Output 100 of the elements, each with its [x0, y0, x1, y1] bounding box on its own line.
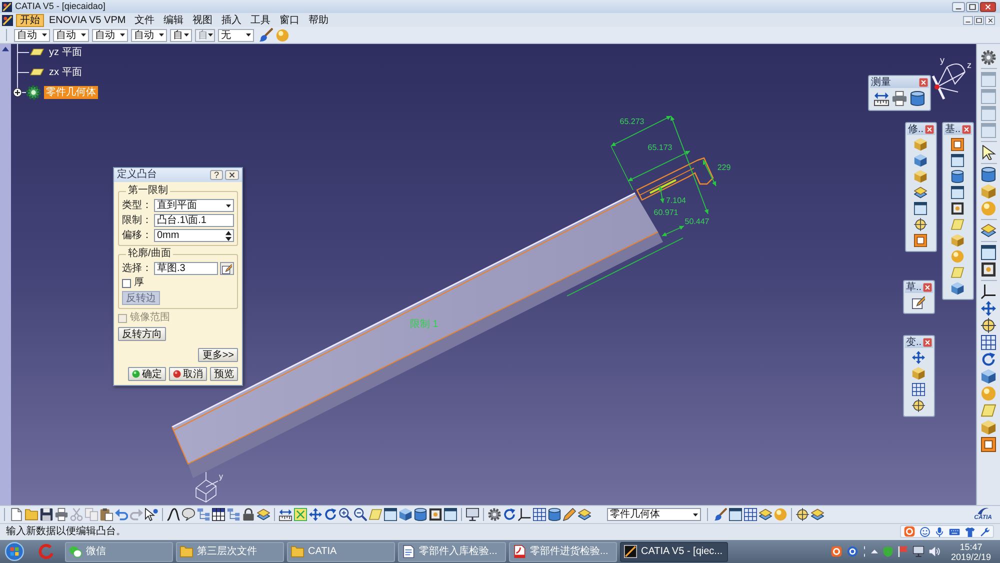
dimension-line[interactable] [658, 186, 664, 204]
menu-item[interactable]: 文件 [130, 14, 159, 26]
stacked-sheets-icon[interactable] [759, 508, 772, 521]
menu-item[interactable]: 插入 [218, 14, 246, 26]
grid-icon[interactable] [912, 383, 926, 396]
grid-icon[interactable] [981, 335, 996, 350]
monitor-icon[interactable] [466, 508, 479, 521]
sketch-edit-icon[interactable] [912, 296, 926, 309]
crosshair-icon[interactable] [914, 218, 928, 231]
close-button[interactable] [922, 338, 932, 347]
page-icon[interactable] [10, 508, 23, 521]
tree-item[interactable]: yz 平面 [47, 46, 84, 58]
reverse-direction-button[interactable]: 反转方向 [118, 327, 166, 341]
help-button[interactable]: ? [210, 170, 223, 180]
printer-icon[interactable] [892, 91, 907, 106]
stacked-sheets-icon[interactable] [981, 223, 996, 238]
window-icon[interactable] [951, 186, 964, 199]
grid-icon[interactable] [744, 508, 757, 521]
crosshair-icon[interactable] [912, 399, 926, 412]
rotate-arrow-icon[interactable] [503, 508, 516, 521]
taskbar-button[interactable]: CATIA V5 - [qiec... [620, 542, 728, 562]
caret-up-icon[interactable] [2, 46, 9, 52]
printer-icon[interactable] [55, 508, 68, 521]
speaker-icon[interactable] [928, 546, 940, 557]
table-icon[interactable] [212, 508, 225, 521]
monitor-icon[interactable] [912, 546, 924, 557]
cube-icon[interactable] [914, 154, 928, 167]
maximize-button[interactable] [966, 2, 979, 12]
toolbar-title-bar[interactable]: 草.. [905, 282, 933, 293]
stacked-sheets-icon[interactable] [578, 508, 591, 521]
stacked-sheets-icon[interactable] [914, 186, 928, 199]
move-arrows-icon[interactable] [309, 508, 322, 521]
undo-arrow-icon[interactable] [115, 508, 128, 521]
ok-button[interactable]: 确定 [128, 367, 166, 381]
shirt-icon[interactable] [965, 526, 975, 536]
framed-square-icon[interactable] [981, 437, 996, 452]
flag-icon[interactable] [898, 546, 908, 557]
dropdown[interactable]: 自 [170, 28, 192, 42]
minimize-button[interactable] [963, 16, 973, 24]
speech-bubble-icon[interactable] [182, 508, 195, 521]
rotate-arrow-icon[interactable] [324, 508, 337, 521]
dropdown[interactable]: 自动 [92, 28, 128, 42]
cylinder-icon[interactable] [414, 508, 427, 521]
menu-item[interactable]: ENOVIA V5 VPM [45, 14, 130, 26]
scrollbar-track[interactable] [0, 44, 11, 505]
dropdown[interactable]: 自动 [53, 28, 89, 42]
maximize-button[interactable] [974, 16, 984, 24]
preview-button[interactable]: 预览 [210, 367, 238, 381]
tree-item[interactable]: zx 平面 [47, 66, 84, 78]
dropdown[interactable]: 直到平面 [154, 199, 234, 212]
rotate-arrow-icon[interactable] [981, 352, 996, 367]
gear-icon[interactable] [981, 50, 996, 65]
window-icon[interactable] [444, 508, 457, 521]
minimize-button[interactable] [952, 2, 965, 12]
cylinder-icon[interactable] [910, 91, 925, 106]
menu-item[interactable]: 工具 [246, 14, 275, 26]
menu-item[interactable]: 视图 [188, 14, 217, 26]
dimension-line[interactable] [628, 150, 690, 182]
paintbrush-icon[interactable] [259, 28, 273, 42]
paintbrush-icon[interactable] [714, 508, 727, 521]
plane-icon[interactable] [981, 403, 996, 418]
caret-up-icon[interactable] [870, 549, 878, 554]
close-button[interactable] [924, 125, 934, 134]
cube-icon[interactable] [951, 234, 964, 247]
grid-icon[interactable] [533, 508, 546, 521]
zoom-in-icon[interactable] [339, 508, 352, 521]
menu-item[interactable]: 开始 [16, 14, 44, 26]
wrench-icon[interactable] [980, 526, 990, 536]
close-button[interactable] [962, 125, 971, 134]
cube-icon[interactable] [914, 138, 928, 151]
menu-item[interactable]: 编辑 [160, 14, 188, 26]
number-field[interactable]: 0mm [154, 229, 234, 242]
cube-icon[interactable] [399, 508, 412, 521]
smiley-icon[interactable] [920, 526, 930, 536]
crosshair-icon[interactable] [796, 508, 809, 521]
axes-icon[interactable] [518, 508, 531, 521]
window-icon[interactable] [981, 245, 996, 260]
pencil-icon[interactable] [563, 508, 576, 521]
cylinder-icon[interactable] [951, 170, 964, 183]
cylinder-icon[interactable] [981, 167, 996, 182]
window-icon[interactable] [729, 508, 742, 521]
close-button[interactable] [225, 170, 239, 180]
cube-icon[interactable] [981, 420, 996, 435]
window-icon[interactable] [951, 154, 964, 167]
stacked-sheets-icon[interactable] [257, 508, 270, 521]
cursor-icon[interactable] [981, 145, 996, 160]
ruler-icon[interactable] [874, 91, 889, 106]
pointer-icon[interactable] [145, 508, 158, 521]
menu-item[interactable]: 帮助 [304, 14, 333, 26]
node-tree-icon[interactable] [227, 508, 240, 521]
dimension-line[interactable] [662, 226, 684, 236]
dimension-line[interactable] [702, 160, 716, 186]
menu-item[interactable]: 窗口 [276, 14, 304, 26]
nested-square-icon[interactable] [951, 202, 964, 215]
clipboard-icon[interactable] [100, 508, 113, 521]
input-method-icon[interactable] [904, 526, 915, 537]
microphone-icon[interactable] [935, 526, 944, 536]
cylinder-icon[interactable] [548, 508, 561, 521]
toolbar-title-bar[interactable]: 修.. [907, 124, 935, 135]
framed-square-icon[interactable] [951, 138, 964, 151]
